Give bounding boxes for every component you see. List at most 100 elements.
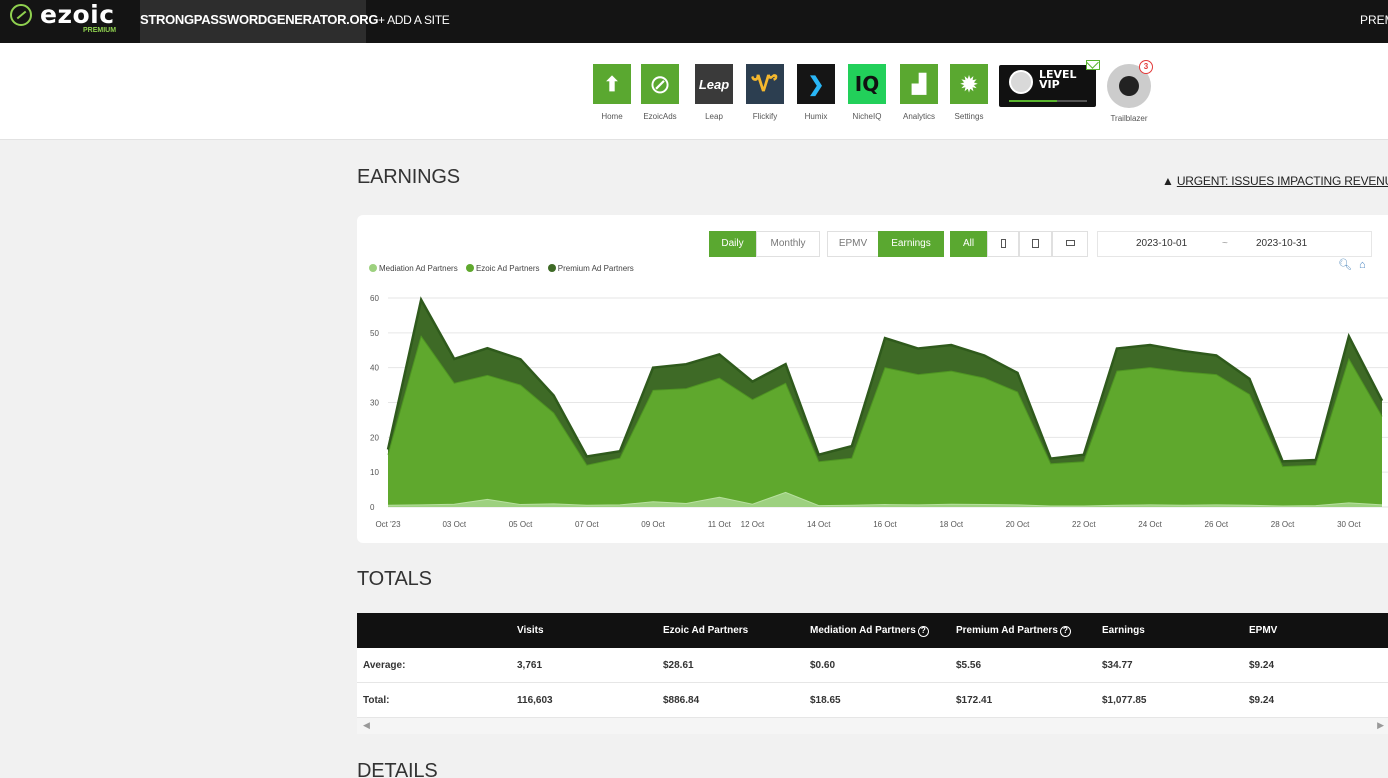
app-leap[interactable]: Leap Leap: [692, 64, 736, 121]
app-label: Home: [601, 112, 623, 121]
level-vip-badge[interactable]: LEVEL VIP: [999, 65, 1096, 107]
x-tick-label: 05 Oct: [509, 520, 533, 529]
urgent-issues-link[interactable]: ▲ URGENT: ISSUES IMPACTING REVENUE (7): [1162, 174, 1388, 188]
totals-title: TOTALS: [357, 568, 432, 590]
site-selector-tab[interactable]: STRONGPASSWORDGENERATOR.ORG: [140, 0, 379, 43]
row-label: Average:: [363, 660, 406, 671]
app-settings[interactable]: ✹ Settings: [947, 64, 991, 121]
mobile-device-button[interactable]: [987, 231, 1019, 257]
legend-item[interactable]: Mediation Ad Partners: [369, 264, 458, 273]
earnings-toggle-button[interactable]: Earnings: [878, 231, 944, 257]
vip-progress-bar: [1009, 100, 1087, 102]
trailblazer-label: Trailblazer: [1110, 114, 1148, 123]
warning-icon: ▲: [1162, 174, 1174, 188]
legend-item[interactable]: Ezoic Ad Partners: [465, 264, 540, 273]
scroll-right-arrow-icon[interactable]: ▶: [1377, 720, 1384, 731]
legend-item[interactable]: Premium Ad Partners: [547, 264, 634, 273]
y-tick-label: 10: [370, 468, 379, 477]
legend-swatch: [547, 264, 556, 272]
epmv-toggle-button[interactable]: EPMV: [827, 231, 879, 257]
cell-mediation: $18.65: [810, 695, 841, 706]
app-home[interactable]: ⬆ Home: [590, 64, 634, 121]
monthly-toggle-button[interactable]: Monthly: [756, 231, 820, 257]
totals-table: Visits Ezoic Ad Partners Mediation Ad Pa…: [357, 613, 1388, 734]
x-tick-label: Oct '23: [375, 520, 401, 529]
app-flickify[interactable]: Ꮙ Flickify: [743, 64, 787, 121]
totals-table-header: Visits Ezoic Ad Partners Mediation Ad Pa…: [357, 613, 1388, 648]
app-label: Flickify: [752, 112, 778, 121]
x-tick-label: 07 Oct: [575, 520, 599, 529]
avatar: [1009, 70, 1033, 94]
x-tick-label: 16 Oct: [873, 520, 897, 529]
urgent-issues-text: URGENT: ISSUES IMPACTING REVENUE (7): [1176, 174, 1388, 188]
home-icon: ⬆: [593, 64, 631, 104]
help-icon[interactable]: ?: [1059, 626, 1071, 637]
app-nicheiq[interactable]: IQ NicheIQ: [845, 64, 889, 121]
zoom-icon[interactable]: 🔍︎: [1338, 259, 1352, 271]
app-label: Settings: [954, 112, 984, 121]
cell-epmv: $9.24: [1249, 660, 1275, 671]
x-tick-label: 24 Oct: [1138, 520, 1162, 529]
daily-toggle-button[interactable]: Daily: [709, 231, 756, 257]
logo-text: ezoic: [40, 0, 115, 29]
desktop-icon: [1065, 240, 1075, 247]
help-icon[interactable]: ?: [917, 626, 929, 637]
earnings-title: EARNINGS: [357, 166, 460, 188]
cell-earnings: $34.77: [1102, 660, 1133, 671]
x-tick-label: 09 Oct: [641, 520, 665, 529]
app-label: NicheIQ: [852, 112, 882, 121]
legend-label: Ezoic Ad Partners: [475, 264, 540, 273]
x-tick-label: 14 Oct: [807, 520, 831, 529]
cell-ezoic: $28.61: [663, 660, 694, 671]
vip-level-text: LEVEL VIP: [1039, 68, 1077, 91]
cell-premium: $172.41: [956, 695, 993, 706]
horizontal-scrollbar[interactable]: ◀ ▶: [357, 718, 1388, 734]
header-epmv: EPMV: [1249, 625, 1278, 636]
ezoicads-icon: ⊘: [641, 64, 679, 104]
scroll-left-arrow-icon[interactable]: ◀: [363, 720, 370, 731]
date-to: 2023-10-31: [1256, 238, 1308, 249]
cell-mediation: $0.60: [810, 660, 836, 671]
header-ezoic-ad-partners: Ezoic Ad Partners: [663, 625, 749, 636]
y-tick-label: 30: [370, 399, 379, 408]
date-separator: ~: [1222, 238, 1228, 249]
y-tick-label: 40: [370, 364, 379, 373]
table-row: Average: 3,761 $28.61 $0.60 $5.56 $34.77…: [357, 648, 1388, 683]
ezoic-logo-icon: [10, 4, 32, 26]
date-range-picker[interactable]: 2023-10-01 ~ 2023-10-31: [1097, 231, 1372, 257]
add-site-link[interactable]: + ADD A SITE: [378, 0, 450, 40]
app-label: EzoicAds: [643, 112, 677, 121]
chart-tools: 🔍︎ ⌂: [1338, 258, 1366, 271]
x-tick-label: 12 Oct: [741, 520, 765, 529]
notification-count-badge: 3: [1139, 60, 1153, 74]
app-analytics[interactable]: ▟ Analytics: [897, 64, 941, 121]
leap-icon: Leap: [695, 64, 733, 104]
desktop-device-button[interactable]: [1052, 231, 1088, 257]
earnings-chart-card: Daily Monthly EPMV Earnings All 2023-10-…: [357, 215, 1388, 543]
mail-icon[interactable]: [1086, 60, 1100, 70]
trailblazer-badge[interactable]: 3 Trailblazer: [1104, 60, 1154, 123]
x-tick-label: 26 Oct: [1205, 520, 1229, 529]
flickify-icon: Ꮙ: [746, 64, 784, 104]
app-ezoicads[interactable]: ⊘ EzoicAds: [638, 64, 682, 121]
x-tick-label: 11 Oct: [708, 520, 732, 529]
tablet-device-button[interactable]: [1019, 231, 1052, 257]
cell-epmv: $9.24: [1249, 695, 1275, 706]
legend-swatch: [369, 264, 377, 272]
app-launcher-bar: ⬆ Home ⊘ EzoicAds Leap Leap Ꮙ Flickify ❯…: [0, 43, 1388, 140]
reset-zoom-home-icon[interactable]: ⌂: [1359, 259, 1366, 271]
header-earnings: Earnings: [1102, 625, 1145, 636]
all-devices-button[interactable]: All: [950, 231, 987, 257]
premium-link[interactable]: PREMI: [1360, 0, 1388, 40]
row-label: Total:: [363, 695, 390, 706]
mobile-icon: [1000, 238, 1006, 248]
cell-earnings: $1,077.85: [1102, 695, 1147, 706]
app-humix[interactable]: ❯ Humix: [794, 64, 838, 121]
cell-premium: $5.56: [956, 660, 982, 671]
y-tick-label: 60: [370, 294, 379, 303]
header-visits: Visits: [517, 625, 544, 636]
table-row: Total: 116,603 $886.84 $18.65 $172.41 $1…: [357, 683, 1388, 718]
ezoic-logo[interactable]: ezoic PREMIUM: [10, 0, 130, 38]
app-label: Leap: [705, 112, 723, 121]
x-tick-label: 03 Oct: [442, 520, 466, 529]
